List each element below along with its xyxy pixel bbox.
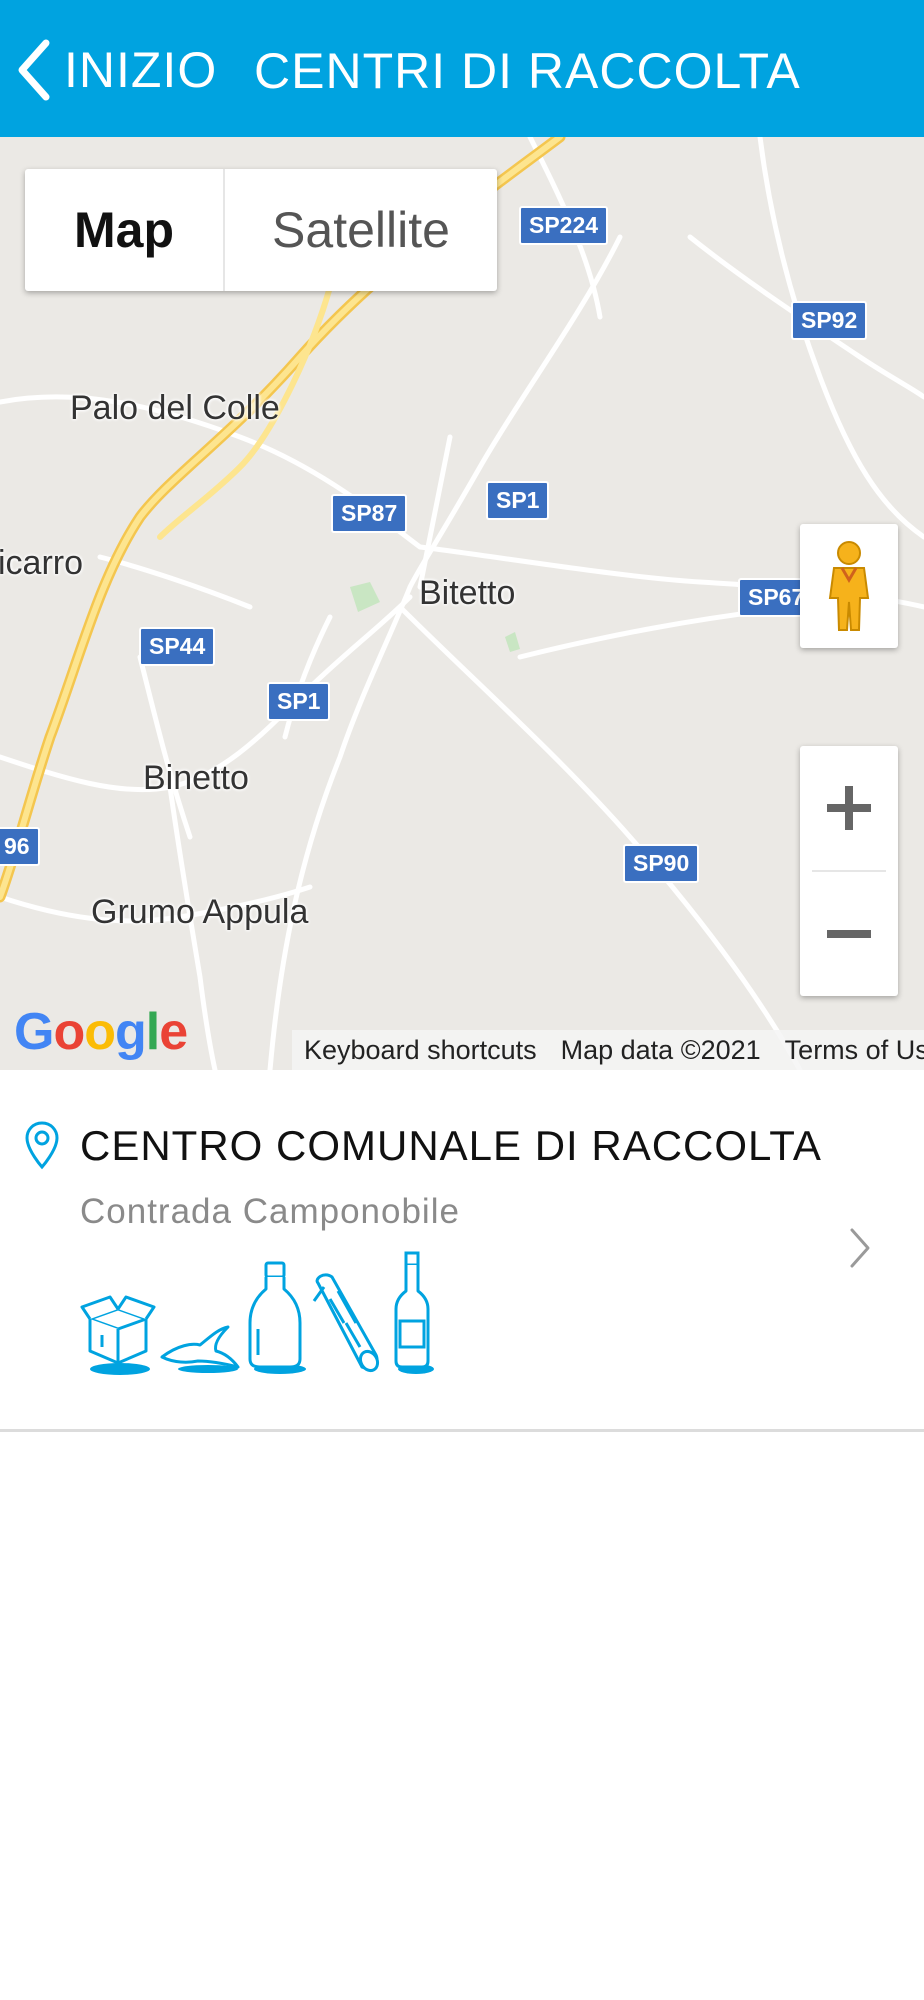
keyboard-shortcuts-link[interactable]: Keyboard shortcuts xyxy=(292,1035,549,1066)
chevron-left-icon xyxy=(18,39,50,101)
zoom-in-button[interactable] xyxy=(800,746,898,870)
road-shield: SP44 xyxy=(139,627,216,666)
street-view-pegman-button[interactable] xyxy=(800,524,898,648)
place-label: Bitetto xyxy=(419,574,516,612)
map-attribution: Keyboard shortcuts Map data ©2021 Terms … xyxy=(292,1030,924,1070)
map-type-satellite-button[interactable]: Satellite xyxy=(225,169,497,291)
list-divider xyxy=(0,1429,924,1432)
wood-log-icon xyxy=(310,1271,386,1380)
map-view[interactable]: Map Satellite Palo del Colle icarro Bite… xyxy=(0,137,924,1070)
place-label: icarro xyxy=(0,544,84,582)
waste-type-icons xyxy=(80,1251,438,1380)
road-shield: SP1 xyxy=(486,481,550,520)
glass-bottle-icon xyxy=(388,1251,438,1380)
collection-center-list-item[interactable]: CENTRO COMUNALE DI RACCOLTA Contrada Cam… xyxy=(0,1070,924,1430)
terms-of-use-link[interactable]: Terms of Use xyxy=(773,1035,924,1066)
minus-icon xyxy=(827,930,871,938)
back-button-label: INIZIO xyxy=(64,42,218,98)
place-label: Palo del Colle xyxy=(70,389,280,427)
place-label: Grumo Appula xyxy=(91,893,309,931)
collection-center-address: Contrada Camponobile xyxy=(80,1192,460,1231)
google-logo: Google xyxy=(14,1003,188,1061)
road-shield: 96 xyxy=(0,827,40,866)
map-data-text: Map data ©2021 xyxy=(560,1034,761,1065)
banana-peel-icon xyxy=(158,1315,242,1380)
place-label: Binetto xyxy=(143,759,249,797)
location-pin-icon xyxy=(25,1121,59,1170)
road-shield: SP87 xyxy=(331,494,408,533)
road-shield: SP90 xyxy=(623,844,700,883)
road-shield: SP224 xyxy=(519,206,609,245)
page-title: CENTRI DI RACCOLTA xyxy=(254,43,801,99)
map-type-map-button[interactable]: Map xyxy=(25,169,225,291)
collection-center-name: CENTRO COMUNALE DI RACCOLTA xyxy=(80,1122,822,1169)
chevron-right-icon xyxy=(850,1228,870,1268)
road-shield: SP92 xyxy=(791,301,868,340)
map-type-control: Map Satellite xyxy=(25,169,497,291)
pegman-icon xyxy=(828,541,870,631)
road-shield: SP1 xyxy=(267,682,331,721)
app-header: INIZIO CENTRI DI RACCOLTA xyxy=(0,0,924,137)
plus-icon xyxy=(827,786,871,830)
cardboard-box-icon xyxy=(80,1289,156,1380)
zoom-control xyxy=(800,746,898,996)
zoom-out-button[interactable] xyxy=(800,872,898,996)
back-button[interactable]: INIZIO xyxy=(14,30,217,110)
plastic-bottle-icon xyxy=(244,1259,308,1380)
